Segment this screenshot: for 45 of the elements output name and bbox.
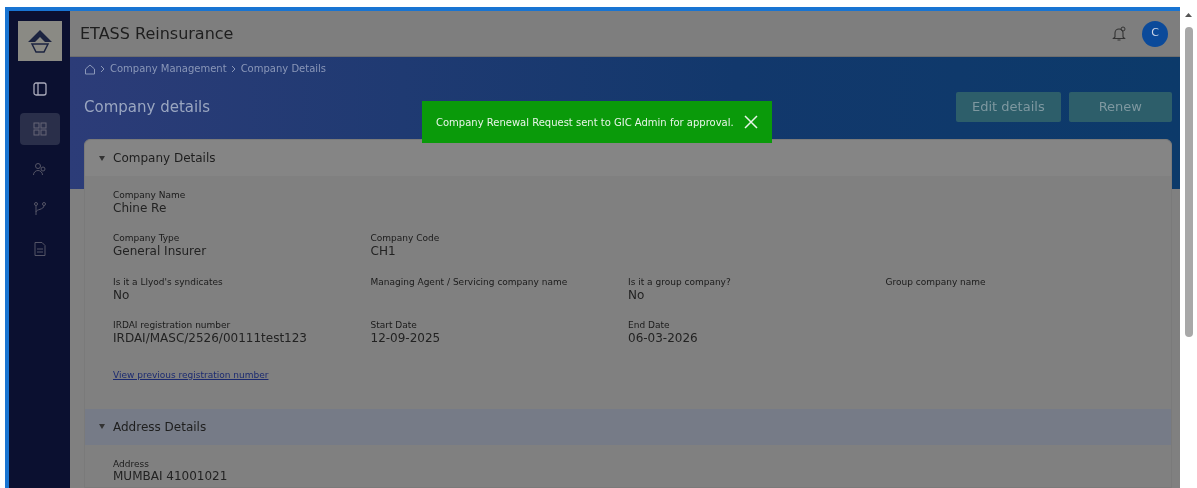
renew-button[interactable]: Renew xyxy=(1068,92,1172,122)
chevron-icon xyxy=(230,64,237,73)
field-label: Company Name xyxy=(113,190,187,201)
field-value: General Insurer xyxy=(113,244,208,260)
section-header[interactable]: Address Details xyxy=(85,408,1171,445)
field-value: 06-03-2026 xyxy=(628,330,699,347)
field-label: Is it a group company? xyxy=(628,276,732,288)
section-title: Company Details xyxy=(113,150,216,167)
section-title: Address Details xyxy=(113,418,207,436)
field-label: End Date xyxy=(628,320,671,331)
field-label: Company Type xyxy=(113,233,181,245)
home-icon[interactable] xyxy=(84,62,96,75)
users-icon xyxy=(31,161,48,177)
breadcrumb-link[interactable]: Company Management xyxy=(110,61,227,76)
section-header[interactable]: Company Details xyxy=(85,140,1171,176)
page-title: Company details xyxy=(84,96,211,118)
field-label: Company Code xyxy=(370,233,441,245)
field-value: CH1 xyxy=(370,244,397,260)
field-value: No xyxy=(628,287,646,304)
user-avatar[interactable]: C xyxy=(1142,20,1168,47)
close-icon[interactable] xyxy=(743,115,758,129)
toast-message: Company Renewal Request sent to GIC Admin for approval. xyxy=(436,115,734,130)
panel-icon xyxy=(31,81,48,97)
field-label: Address xyxy=(113,458,150,470)
field-label: Managing Agent / Servicing company name xyxy=(370,276,569,288)
breadcrumb-link[interactable]: Company Details xyxy=(240,61,327,76)
company-logo xyxy=(17,21,62,61)
field-value: MUMBAI 41001021 xyxy=(113,469,229,485)
field-label: IRDAI registration number xyxy=(113,320,232,331)
grid-icon xyxy=(31,121,48,137)
branch-icon xyxy=(31,201,48,217)
field-value: IRDAI/MASC/2526/00111test123 xyxy=(113,330,308,347)
field-value: 12-09-2025 xyxy=(370,330,442,347)
chevron-icon xyxy=(100,64,106,73)
field-label: Group company name xyxy=(885,276,987,288)
document-icon xyxy=(31,241,48,257)
app-title: ETASS Reinsurance xyxy=(80,22,234,45)
field-label: Is it a Llyod's syndicates xyxy=(113,276,224,288)
sidebar-item[interactable] xyxy=(19,113,60,145)
field-value: Chine Re xyxy=(113,200,168,217)
bell-icon[interactable] xyxy=(1112,25,1126,42)
registration-link[interactable]: View previous registration number xyxy=(113,369,269,380)
field-label: Start Date xyxy=(370,320,418,331)
edit-button[interactable]: Edit details xyxy=(956,92,1061,122)
field-value: No xyxy=(113,287,131,304)
